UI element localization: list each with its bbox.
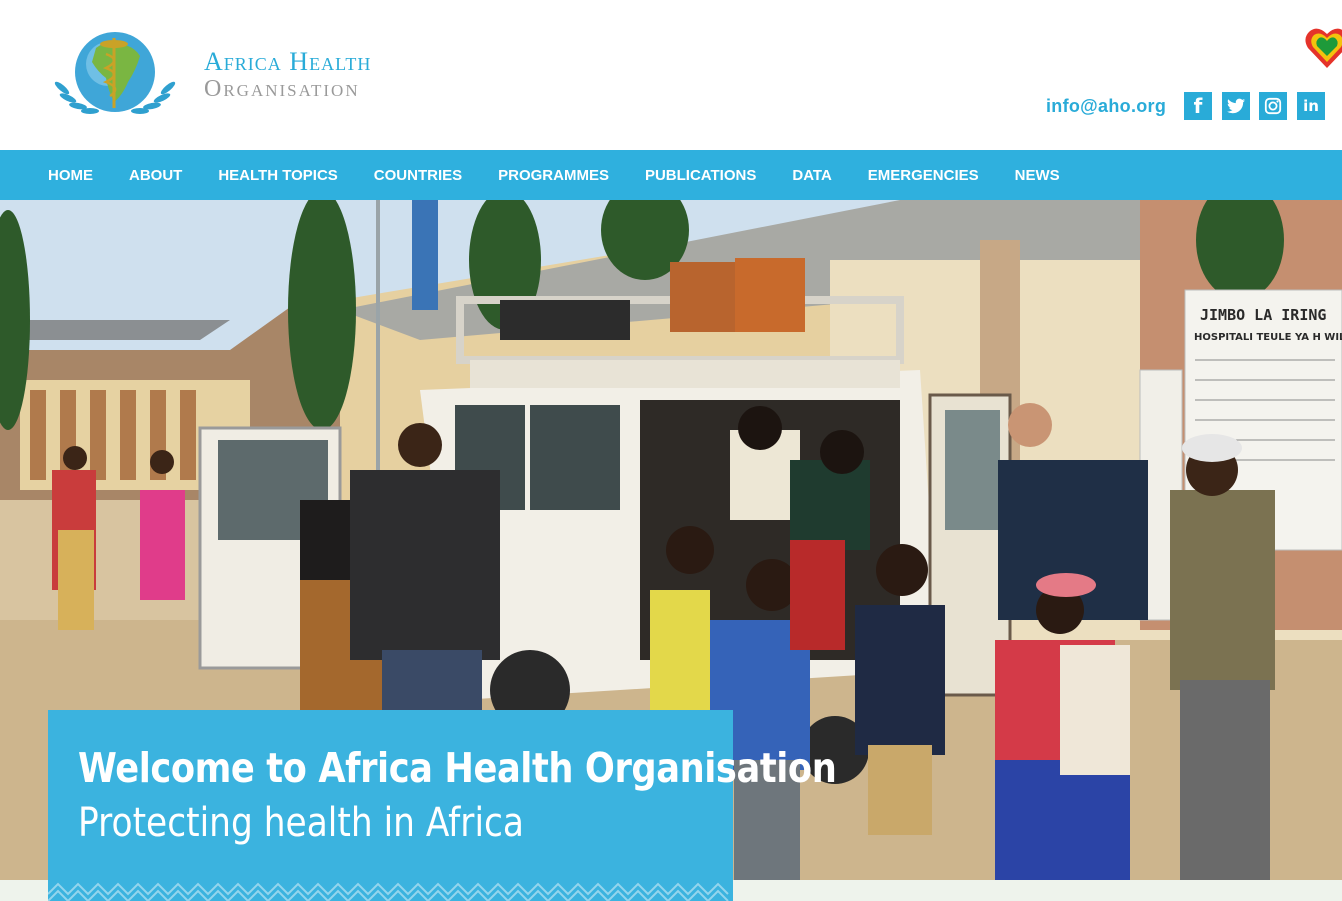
site-header: Africa Health Organisation info@aho.org … bbox=[0, 0, 1342, 150]
nav-item-news[interactable]: NEWS bbox=[1015, 167, 1060, 184]
nav-item-countries[interactable]: COUNTRIES bbox=[374, 167, 462, 184]
decorative-pattern-strip bbox=[48, 880, 733, 901]
site-logo[interactable]: Africa Health Organisation bbox=[48, 30, 408, 120]
logo-wordmark: Africa Health Organisation bbox=[204, 47, 372, 102]
linkedin-icon[interactable]: in bbox=[1297, 92, 1325, 120]
hospital-sign-title: JIMBO LA IRING bbox=[1200, 306, 1326, 324]
facebook-icon[interactable]: f bbox=[1184, 92, 1212, 120]
nav-item-home[interactable]: HOME bbox=[48, 167, 93, 184]
nav-item-programmes[interactable]: PROGRAMMES bbox=[498, 167, 609, 184]
nav-item-data[interactable]: DATA bbox=[792, 167, 831, 184]
nav-item-about[interactable]: ABOUT bbox=[129, 167, 182, 184]
logo-name-line1: Africa Health bbox=[204, 47, 372, 76]
nav-item-publications[interactable]: PUBLICATIONS bbox=[645, 167, 756, 184]
main-nav: HOME ABOUT HEALTH TOPICS COUNTRIES PROGR… bbox=[0, 150, 1342, 200]
logo-name-line2: Organisation bbox=[204, 76, 360, 102]
hospital-sign-subtitle: HOSPITALI TEULE YA H WILAY bbox=[1194, 332, 1342, 343]
nav-item-emergencies[interactable]: EMERGENCIES bbox=[868, 167, 979, 184]
nav-item-health-topics[interactable]: HEALTH TOPICS bbox=[218, 167, 337, 184]
africa-heart-icon bbox=[1304, 26, 1342, 70]
welcome-title: Welcome to Africa Health Organisation bbox=[78, 744, 837, 792]
contact-email-link[interactable]: info@aho.org bbox=[1046, 96, 1166, 117]
twitter-icon[interactable] bbox=[1222, 92, 1250, 120]
welcome-subtitle: Protecting health in Africa bbox=[78, 800, 524, 846]
instagram-icon[interactable] bbox=[1259, 92, 1287, 120]
welcome-panel: Welcome to Africa Health Organisation Pr… bbox=[48, 710, 837, 880]
page-bottom-band-left bbox=[0, 880, 48, 901]
page-bottom-band bbox=[733, 880, 1342, 901]
globe-emblem-icon bbox=[48, 30, 182, 120]
